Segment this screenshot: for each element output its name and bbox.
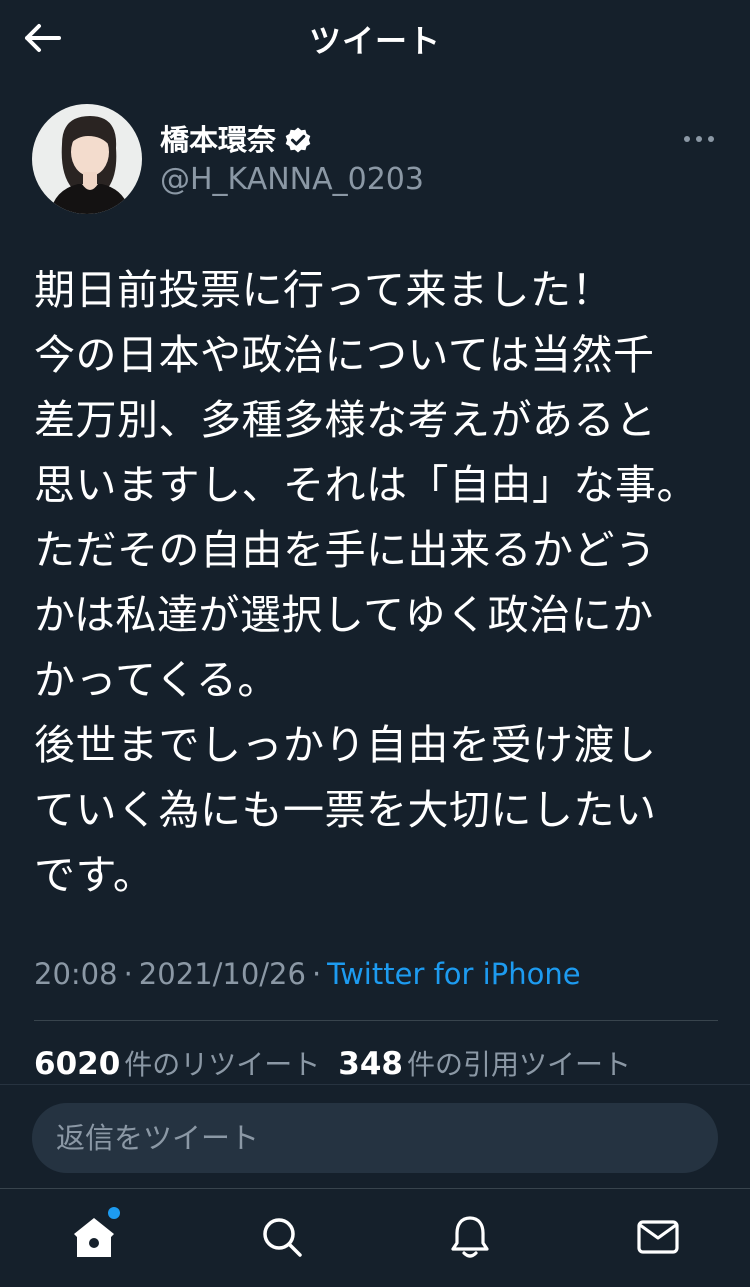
meta-separator: · [311, 957, 322, 991]
tweet-line: です。 [34, 851, 155, 899]
more-options-button[interactable] [682, 124, 716, 154]
tweet-text: 期日前投票に行って来ました！ 今の日本や政治については当然千 差万別、多種多様な… [34, 258, 724, 908]
tweet-line: 後世までしっかり自由を受け渡し [34, 721, 657, 769]
reply-bar [0, 1084, 750, 1189]
quotes-count: 348 [338, 1046, 404, 1082]
tab-search[interactable] [258, 1213, 306, 1261]
tweet-line: ていく為にも一票を大切にしたい [34, 786, 657, 834]
search-icon [263, 1218, 302, 1257]
mail-icon [637, 1220, 679, 1254]
tweet-source-link[interactable]: Twitter for iPhone [327, 957, 580, 991]
home-icon [74, 1218, 114, 1257]
retweets-stat[interactable]: 6020 件のリツイート [34, 1042, 320, 1087]
tab-messages[interactable] [634, 1213, 682, 1261]
notification-dot [108, 1207, 120, 1219]
tweet-line: 差万別、多種多様な考えがあると [34, 396, 657, 444]
bottom-tab-bar [0, 1188, 750, 1287]
quotes-stat[interactable]: 348 件の引用ツイート [338, 1042, 631, 1087]
tweet-line: かってくる。 [34, 656, 279, 704]
avatar[interactable] [32, 104, 142, 214]
reply-input[interactable] [32, 1103, 718, 1173]
tweet-time: 20:08 [34, 957, 118, 991]
tweet-line: ただその自由を手に出来るかどう [34, 526, 657, 574]
tab-notifications[interactable] [446, 1213, 494, 1261]
tweet-line: かは私達が選択してゆく政治にか [34, 591, 654, 639]
meta-separator: · [123, 957, 133, 991]
bell-icon [451, 1216, 489, 1258]
more-horizontal-icon [684, 136, 714, 142]
divider [34, 1020, 718, 1021]
tweet-meta: 20:08 · 2021/10/26 · Twitter for iPhone [34, 952, 581, 996]
tab-home[interactable] [70, 1207, 120, 1261]
retweets-count: 6020 [34, 1046, 121, 1082]
tweet-line: 期日前投票に行って来ました！ [34, 266, 613, 314]
quotes-label: 件の引用ツイート [407, 1048, 632, 1081]
tweet-line: 思いますし、それは「自由」な事。 [34, 461, 698, 509]
page-title: ツイート [308, 22, 441, 60]
retweets-label: 件のリツイート [124, 1048, 321, 1081]
author-handle[interactable]: @H_KANNA_0203 [160, 160, 424, 200]
tweet-date: 2021/10/26 [138, 957, 306, 991]
author-name-row[interactable]: 橋本環奈 [160, 120, 312, 160]
tweet-line: 今の日本や政治については当然千 [34, 331, 655, 379]
tweet-stats: 6020 件のリツイート 348 件の引用ツイート [34, 1042, 631, 1087]
verified-badge-icon [285, 127, 311, 153]
top-bar: ツイート [0, 0, 750, 76]
display-name[interactable]: 橋本環奈 [160, 120, 276, 160]
